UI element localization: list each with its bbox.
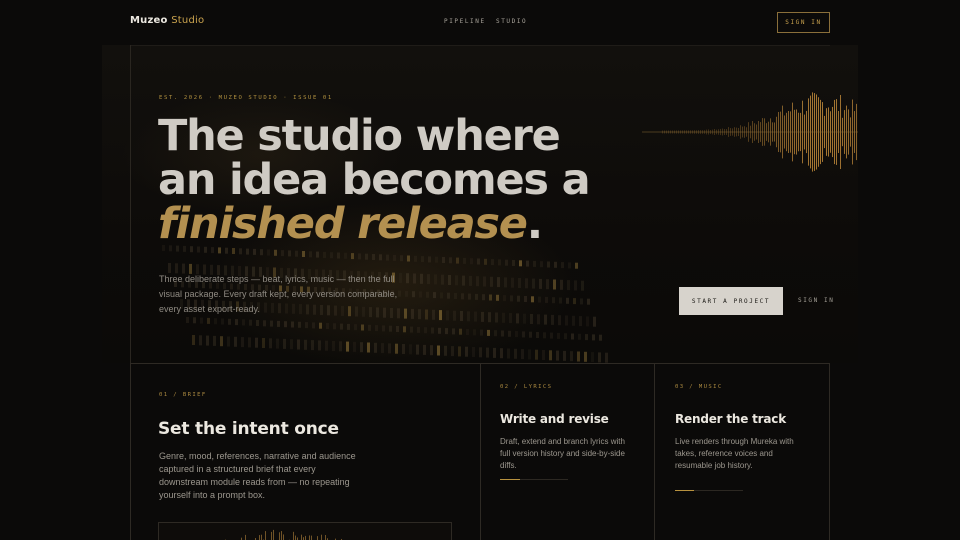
card-brief-body: Genre, mood, references, narrative and a…: [159, 451, 356, 500]
brand-accent: Studio: [171, 15, 205, 26]
card-music-title: Render the track: [675, 412, 786, 426]
card-divider-1: [480, 364, 481, 540]
card-brief-title: Set the intent once: [158, 419, 339, 439]
preview-waveform-image: [225, 529, 342, 540]
nav-link-studio[interactable]: STUDIO: [496, 18, 527, 25]
hero-signin-link[interactable]: SIGN IN: [798, 297, 835, 304]
hero-lead: Three deliberate steps — beat, lyrics, m…: [159, 274, 398, 314]
hero-eyebrow: EST. 2026 · MUZEO STUDIO · ISSUE 01: [159, 95, 333, 101]
card-brief-preview-image: [158, 522, 452, 540]
brand-name: Muzeo: [130, 15, 168, 26]
hero-top-rule: [130, 45, 830, 46]
headline-line-2: an idea becomes a: [158, 155, 591, 205]
headline-period: .: [526, 199, 543, 249]
start-project-button[interactable]: START A PROJECT: [679, 287, 783, 315]
card-lyrics-step: 02 / LYRICS: [500, 384, 553, 390]
card-lyrics-progress: [500, 479, 568, 480]
waveform-image: [642, 92, 858, 172]
card-music-progress: [675, 490, 743, 491]
headline-line-3: finished release.: [158, 202, 589, 246]
hero-headline: The studio where an idea becomes a finis…: [158, 111, 591, 246]
brand-logo[interactable]: Muzeo Studio: [130, 15, 204, 26]
card-music-body: Live renders through Mureka with takes, …: [675, 437, 794, 470]
card-music-step: 03 / MUSIC: [675, 384, 723, 390]
hero-left-rule: [130, 45, 131, 363]
card-lyrics-body: Draft, extend and branch lyrics with ful…: [500, 437, 625, 470]
nav-signin-button[interactable]: SIGN IN: [777, 12, 830, 33]
card-music-progress-fill: [675, 490, 695, 491]
card-lyrics-title: Write and revise: [500, 412, 609, 426]
card-brief-step: 01 / BRIEF: [159, 392, 207, 398]
top-nav: Muzeo Studio PIPELINE STUDIO SIGN IN: [0, 0, 960, 45]
nav-link-pipeline[interactable]: PIPELINE: [444, 18, 486, 25]
headline-highlight: finished release: [158, 199, 528, 249]
headline-line-1: The studio where: [158, 111, 561, 161]
card-lyrics-progress-fill: [500, 479, 521, 480]
card-divider-2: [654, 364, 655, 540]
